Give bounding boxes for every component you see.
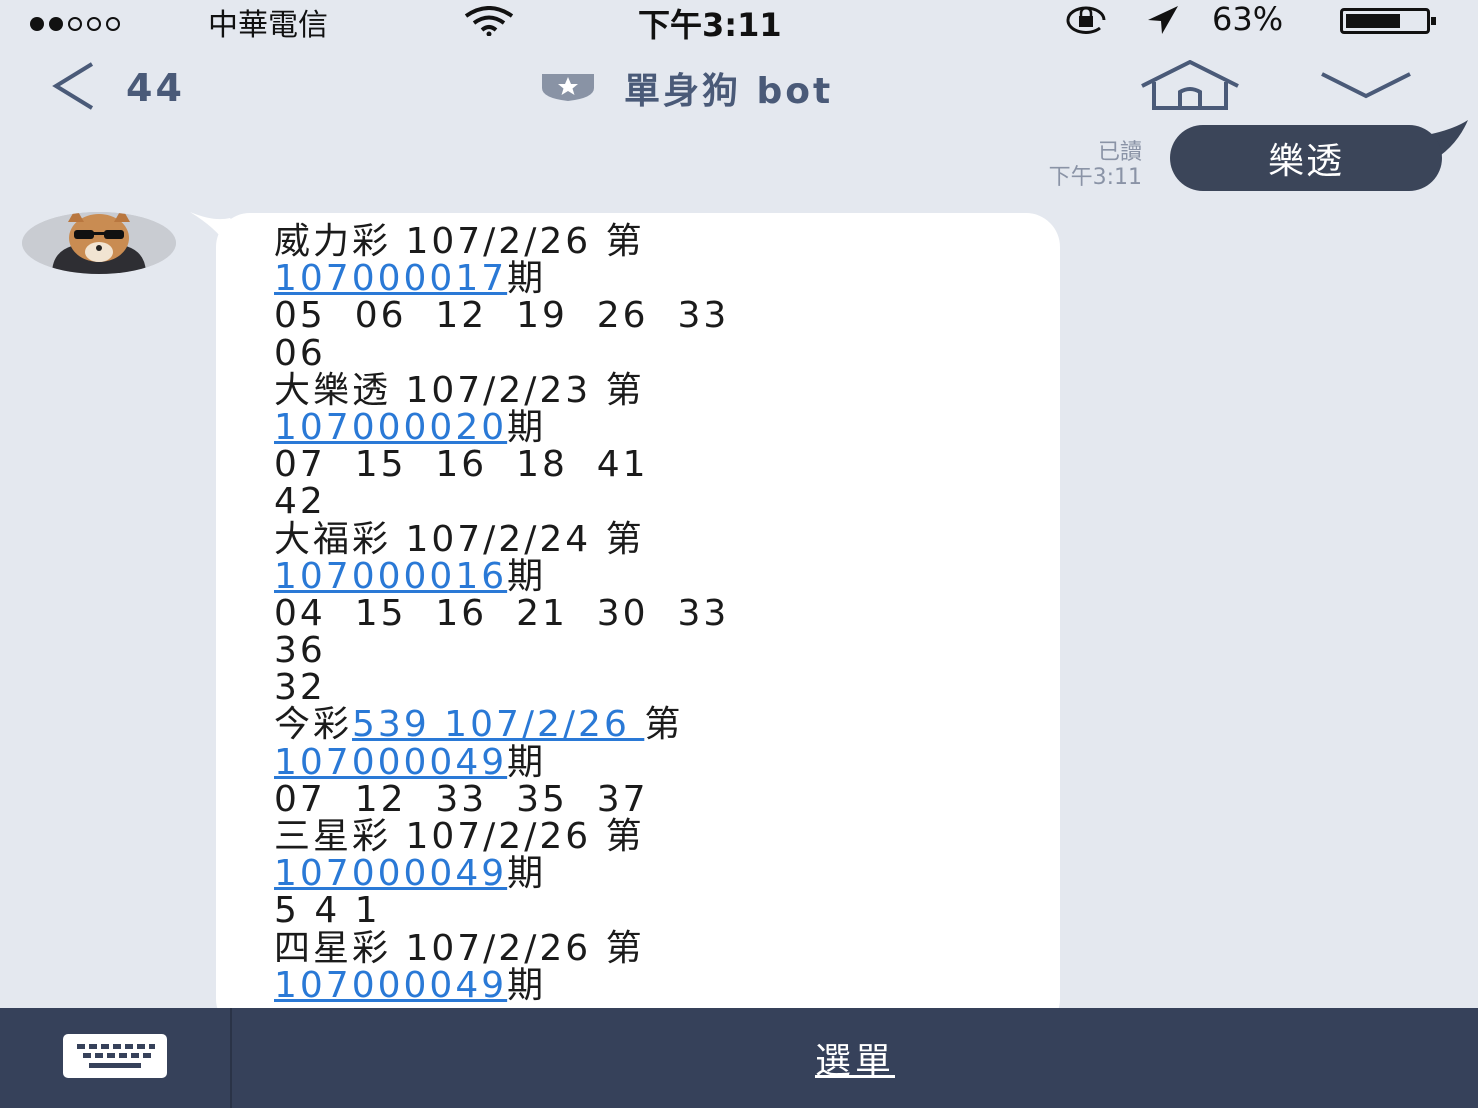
- message-line: 36: [274, 632, 1034, 669]
- received-message-text: 威力彩 107/2/26 第 107000017期 05 06 12 19 26 3…: [274, 223, 1034, 1004]
- message-line: 5 4 1: [274, 892, 1034, 929]
- issue-link[interactable]: 107000049: [274, 965, 507, 1006]
- menu-label: 選單: [814, 1041, 895, 1082]
- rotation-lock-icon: [1060, 4, 1112, 40]
- location-arrow-icon: [1146, 4, 1180, 40]
- battery-icon: [1340, 8, 1436, 34]
- message-line: 107000017期: [274, 260, 1034, 297]
- carrier-name: 中華電信: [208, 8, 328, 43]
- message-line: 今彩539 107/2/26 第: [274, 706, 1034, 743]
- chat-title: 單身狗 bot: [624, 71, 834, 112]
- message-line: 威力彩 107/2/26 第: [274, 223, 1034, 260]
- message-line: 107000049期: [274, 744, 1034, 781]
- status-bar: 中華電信 下午3:11 63%: [0, 0, 1478, 44]
- sent-time: 下午3:11: [1048, 165, 1142, 190]
- issue-link[interactable]: 107000016: [274, 556, 507, 597]
- keyboard-icon: [63, 1034, 167, 1082]
- line-text: 32: [274, 667, 326, 709]
- menu-button[interactable]: 選單: [232, 1008, 1478, 1108]
- message-line: 107000049期: [274, 855, 1034, 892]
- read-status: 已讀: [1097, 140, 1142, 165]
- line-text: 07 15 16 18 41: [274, 444, 649, 486]
- back-chevron-icon: [48, 60, 100, 116]
- line-text: 42: [274, 481, 326, 523]
- line-text: 三星彩 107/2/26 第: [274, 816, 645, 857]
- sent-message-bubble[interactable]: 樂透: [1170, 125, 1442, 191]
- chevron-down-icon: [1318, 72, 1414, 104]
- home-button[interactable]: [1138, 59, 1242, 114]
- line-suffix: 期: [507, 853, 547, 895]
- expand-menu-button[interactable]: [1318, 70, 1414, 104]
- line-text: 大樂透 107/2/23 第: [274, 369, 645, 411]
- message-line: 32: [274, 669, 1034, 706]
- message-line: 05 06 12 19 26 33: [274, 297, 1034, 334]
- line-suffix: 期: [507, 741, 547, 783]
- chat-header: 44 單身狗 bot: [0, 44, 1478, 130]
- unread-count: 44: [126, 66, 185, 110]
- issue-link[interactable]: 107000020: [274, 407, 507, 448]
- line-text: 今彩: [274, 704, 353, 746]
- message-line: 107000020期: [274, 409, 1034, 446]
- line-text: 四星彩 107/2/26 第: [274, 927, 645, 969]
- line-suffix: 期: [507, 555, 547, 597]
- sent-message-text: 樂透: [1267, 141, 1344, 182]
- message-line: 07 15 16 18 41: [274, 446, 1034, 483]
- message-meta: 已讀 下午3:11: [960, 140, 1142, 190]
- chat-title-area[interactable]: 單身狗 bot: [538, 62, 833, 114]
- back-button[interactable]: 44: [48, 60, 185, 116]
- bottom-bar: 選單: [0, 1008, 1478, 1108]
- message-line: 107000016期: [274, 558, 1034, 595]
- issue-link[interactable]: 107000049: [274, 742, 507, 783]
- message-line: 大樂透 107/2/23 第: [274, 372, 1034, 409]
- keyboard-toggle-button[interactable]: [0, 1008, 232, 1108]
- issue-link[interactable]: 107000049: [274, 853, 507, 894]
- avatar[interactable]: [22, 212, 176, 274]
- message-line: 四星彩 107/2/26 第: [274, 927, 1034, 969]
- issue-link[interactable]: 539 107/2/26: [352, 704, 644, 745]
- home-icon: [1138, 59, 1242, 114]
- line-text: 05 06 12 19 26 33: [274, 295, 730, 337]
- line-text: 威力彩 107/2/26 第: [274, 221, 645, 262]
- wifi-icon: [462, 6, 516, 40]
- signal-dots: [30, 16, 125, 35]
- line-suffix: 期: [507, 406, 547, 448]
- line-text: 07 12 33 35 37: [274, 778, 649, 820]
- line-suffix: 第: [644, 704, 684, 746]
- message-line: 大福彩 107/2/24 第: [274, 518, 1034, 560]
- message-line: 04 15 16 21 30 33: [274, 595, 1034, 632]
- line-text: 04 15 16 21 30 33: [274, 592, 730, 634]
- battery-percent: 63%: [1212, 0, 1284, 38]
- received-message-bubble[interactable]: 威力彩 107/2/26 第 107000017期 05 06 12 19 26 3…: [216, 213, 1060, 1033]
- line-suffix: 期: [507, 258, 547, 300]
- message-line: 07 12 33 35 37: [274, 781, 1034, 818]
- status-time: 下午3:11: [638, 6, 782, 44]
- message-line: 06: [274, 332, 1034, 374]
- line-text: 36: [274, 630, 326, 672]
- issue-link[interactable]: 107000017: [274, 258, 507, 299]
- message-line: 三星彩 107/2/26 第: [274, 818, 1034, 855]
- message-line: 107000049期: [274, 967, 1034, 1004]
- line-suffix: 期: [507, 964, 547, 1006]
- line-text: 06: [274, 332, 326, 374]
- message-line: 42: [274, 483, 1034, 520]
- line-text: 大福彩 107/2/24 第: [274, 518, 645, 560]
- line-text: 5 4 1: [274, 890, 381, 932]
- official-badge-icon: [538, 70, 598, 106]
